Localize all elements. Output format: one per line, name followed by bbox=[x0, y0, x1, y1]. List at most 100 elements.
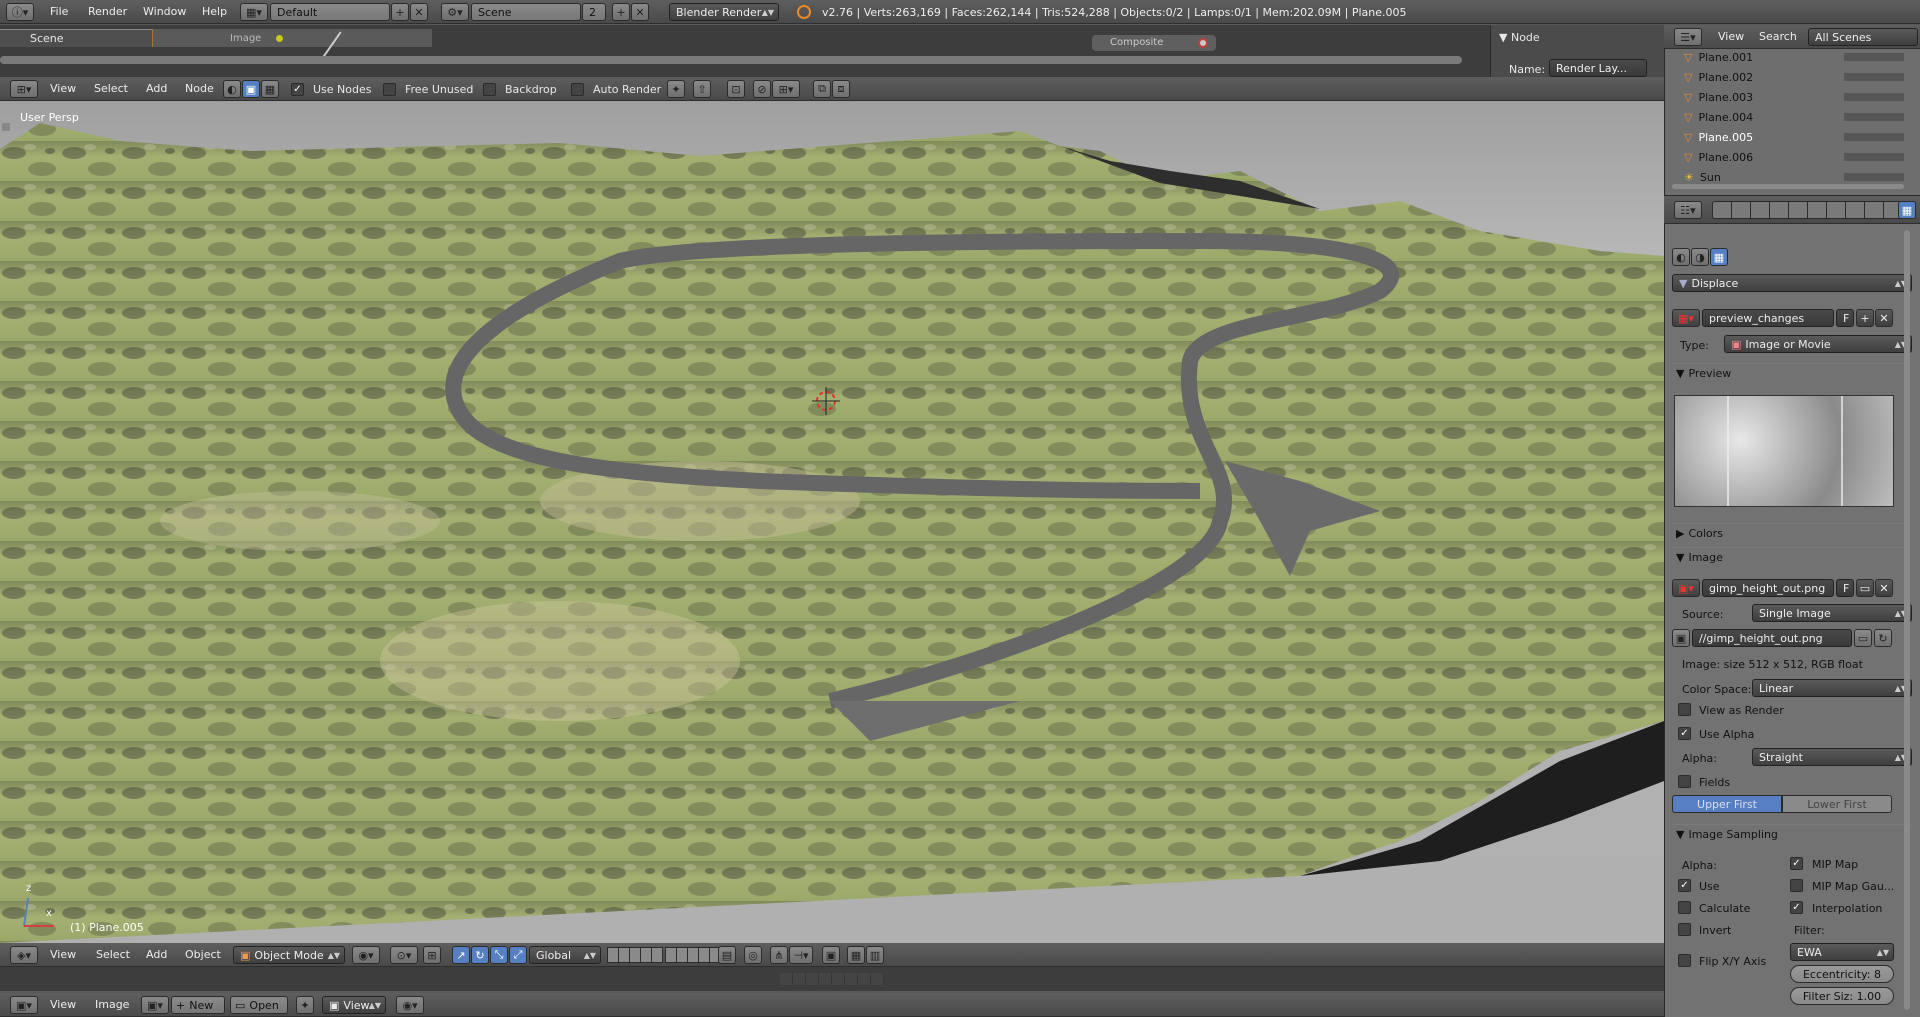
properties-scrollbar[interactable] bbox=[1904, 230, 1910, 1010]
texture-slot-select[interactable]: ▼ Displace ▲▼ bbox=[1672, 274, 1912, 292]
editor-type-outliner-icon[interactable]: ☰▾ bbox=[1674, 28, 1702, 46]
lower-first-button[interactable]: Lower First bbox=[1782, 795, 1892, 813]
upper-first-button[interactable]: Upper First bbox=[1672, 795, 1782, 813]
filepath-field[interactable]: //gimp_height_out.png bbox=[1692, 629, 1852, 647]
node-name-field[interactable]: Render Lay... bbox=[1549, 59, 1647, 77]
pivot-point-icon[interactable]: ⊙▾ bbox=[390, 946, 418, 964]
remove-screen-icon[interactable]: ✕ bbox=[410, 3, 428, 21]
snap-toggle-icon[interactable]: ⋔ bbox=[770, 946, 788, 964]
outliner-tree[interactable]: ▽ Plane.001 ▽ Plane.002 ▽ Plane.003 ▽ Plane.… bbox=[1664, 49, 1908, 183]
backdrop-checkbox[interactable] bbox=[483, 83, 496, 96]
filter-select[interactable]: EWA ▲▼ bbox=[1790, 943, 1894, 961]
texture-tab-icon[interactable]: ▦ bbox=[1898, 201, 1916, 219]
interpolation-checkbox[interactable]: ✓ bbox=[1790, 901, 1803, 914]
screen-layout-icon[interactable]: ▦▾ bbox=[240, 3, 268, 21]
fields-checkbox[interactable] bbox=[1678, 775, 1691, 788]
filepath-type-icon[interactable]: ▣ bbox=[1672, 629, 1690, 647]
display-channels-icon[interactable]: ◉▾ bbox=[396, 996, 424, 1014]
image-name-field[interactable]: gimp_height_out.png bbox=[1702, 579, 1834, 597]
outliner-menu-search[interactable]: Search bbox=[1759, 25, 1797, 48]
editor-type-info-icon[interactable]: ⓘ▾ bbox=[6, 3, 34, 21]
texture-mode-other-icon[interactable]: ▦ bbox=[1710, 248, 1728, 266]
render-engine-select[interactable]: Blender Render ▲▼ bbox=[669, 3, 779, 21]
new-image-button[interactable]: + New bbox=[171, 996, 225, 1014]
texture-browse-icon[interactable]: ▦▾ bbox=[1672, 309, 1700, 327]
calculate-checkbox[interactable] bbox=[1678, 901, 1691, 914]
texture-add-icon[interactable]: + bbox=[1856, 309, 1874, 327]
screen-layout-field[interactable]: Default bbox=[270, 3, 390, 21]
compositing-nodes-icon[interactable]: ▣ bbox=[242, 80, 260, 98]
outliner-menu-view[interactable]: View bbox=[1718, 25, 1744, 48]
viewport-menu-object[interactable]: Object bbox=[185, 943, 221, 966]
snap-mode-icon[interactable]: ⊞▾ bbox=[772, 80, 800, 98]
browse-image-icon[interactable]: ▣▾ bbox=[141, 996, 169, 1014]
paste-nodes-icon[interactable]: ⧈ bbox=[832, 80, 850, 98]
viewport-menu-view[interactable]: View bbox=[50, 943, 76, 966]
color-space-select[interactable]: Linear ▲▼ bbox=[1752, 679, 1912, 697]
image-menu-image[interactable]: Image bbox=[95, 993, 129, 1016]
parent-node-icon[interactable]: ⇧ bbox=[693, 80, 711, 98]
image-browse-icon[interactable]: ▣▾ bbox=[1672, 579, 1700, 597]
texture-type-select[interactable]: ▣ Image or Movie ▲▼ bbox=[1724, 335, 1912, 353]
editor-type-node-icon[interactable]: ⊞▾ bbox=[10, 80, 38, 98]
menu-help[interactable]: Help bbox=[202, 0, 227, 23]
image-menu-view[interactable]: View bbox=[50, 993, 76, 1016]
use-alpha-checkbox[interactable]: ✓ bbox=[1678, 727, 1691, 740]
scene-icon[interactable]: ⚙▾ bbox=[441, 3, 469, 21]
manipulator-toggle-icon[interactable]: ⊞ bbox=[423, 946, 441, 964]
properties-context-tabs[interactable] bbox=[1712, 201, 1916, 219]
manipulator-scale-icon[interactable]: ⤡ bbox=[490, 946, 508, 964]
snap-icon[interactable]: ⊡ bbox=[727, 80, 745, 98]
node-socket-yellow[interactable] bbox=[276, 35, 283, 42]
node-menu-node[interactable]: Node bbox=[185, 77, 214, 100]
node-menu-view[interactable]: View bbox=[50, 77, 76, 100]
remove-scene-icon[interactable]: ✕ bbox=[631, 3, 649, 21]
texture-unlink-icon[interactable]: ✕ bbox=[1875, 309, 1893, 327]
mode-select[interactable]: ▣ Object Mode ▲▼ bbox=[233, 946, 345, 964]
use-nodes-checkbox[interactable]: ✓ bbox=[291, 83, 304, 96]
outliner-display-select[interactable]: All Scenes bbox=[1808, 28, 1918, 46]
3d-viewport[interactable]: User Persp (1) Plane.005 z x bbox=[0, 101, 1664, 943]
menu-window[interactable]: Window bbox=[143, 0, 186, 23]
source-select[interactable]: Single Image ▲▼ bbox=[1752, 604, 1912, 622]
layer-buttons-a[interactable] bbox=[607, 947, 663, 963]
texture-nodes-icon[interactable]: ▦ bbox=[261, 80, 279, 98]
filepath-browse-icon[interactable]: ▭ bbox=[1854, 629, 1872, 647]
viewport-menu-select[interactable]: Select bbox=[96, 943, 130, 966]
add-scene-icon[interactable]: + bbox=[612, 3, 630, 21]
auto-render-checkbox[interactable] bbox=[571, 83, 584, 96]
image-view-select[interactable]: ▣ View ▲▼ bbox=[322, 996, 386, 1014]
scene-field[interactable]: Scene bbox=[471, 3, 581, 21]
orientation-select[interactable]: Global ▲▼ bbox=[529, 946, 601, 964]
pin-icon[interactable]: ✦ bbox=[667, 80, 685, 98]
composite-socket[interactable] bbox=[1198, 38, 1208, 48]
node-editor-canvas[interactable]: Scene Image Composite bbox=[0, 25, 1490, 77]
manipulator-extra-icon[interactable]: ⤢ bbox=[509, 946, 527, 964]
open-image-button[interactable]: ▭ Open bbox=[230, 996, 288, 1014]
shader-nodes-icon[interactable]: ◐ bbox=[223, 80, 241, 98]
outliner-scrollbar[interactable] bbox=[1672, 184, 1904, 189]
viewport-menu-add[interactable]: Add bbox=[146, 943, 167, 966]
image-fake-user-button[interactable]: F bbox=[1836, 579, 1854, 597]
snap-element-icon[interactable]: ⊘ bbox=[753, 80, 771, 98]
viewport-corner-handle[interactable] bbox=[2, 123, 10, 131]
node-tab-scene[interactable]: Scene bbox=[30, 32, 64, 45]
proportional-edit-icon[interactable]: ◎ bbox=[744, 946, 762, 964]
opengl-anim-icon[interactable]: ▦ bbox=[847, 946, 865, 964]
preview-panel-header[interactable]: ▼ Preview bbox=[1672, 363, 1912, 383]
mip-map-gauss-checkbox[interactable] bbox=[1790, 879, 1803, 892]
snap-target-icon[interactable]: ⊣▾ bbox=[789, 946, 813, 964]
menu-file[interactable]: File bbox=[50, 0, 68, 23]
lock-layers-icon[interactable]: ▤ bbox=[718, 946, 736, 964]
free-unused-checkbox[interactable] bbox=[383, 83, 396, 96]
texture-name-field[interactable]: preview_changes bbox=[1702, 309, 1834, 327]
mip-map-checkbox[interactable]: ✓ bbox=[1790, 857, 1803, 870]
image-open-icon[interactable]: ▭ bbox=[1856, 579, 1874, 597]
image-unlink-icon[interactable]: ✕ bbox=[1875, 579, 1893, 597]
colors-panel-header[interactable]: ▶ Colors bbox=[1672, 523, 1912, 543]
image-panel-header[interactable]: ▼ Image bbox=[1672, 547, 1912, 567]
copy-nodes-icon[interactable]: ⧉ bbox=[813, 80, 831, 98]
editor-type-properties-icon[interactable]: ☷▾ bbox=[1674, 201, 1702, 219]
node-menu-select[interactable]: Select bbox=[94, 77, 128, 100]
layer-buttons-b[interactable] bbox=[665, 947, 721, 963]
